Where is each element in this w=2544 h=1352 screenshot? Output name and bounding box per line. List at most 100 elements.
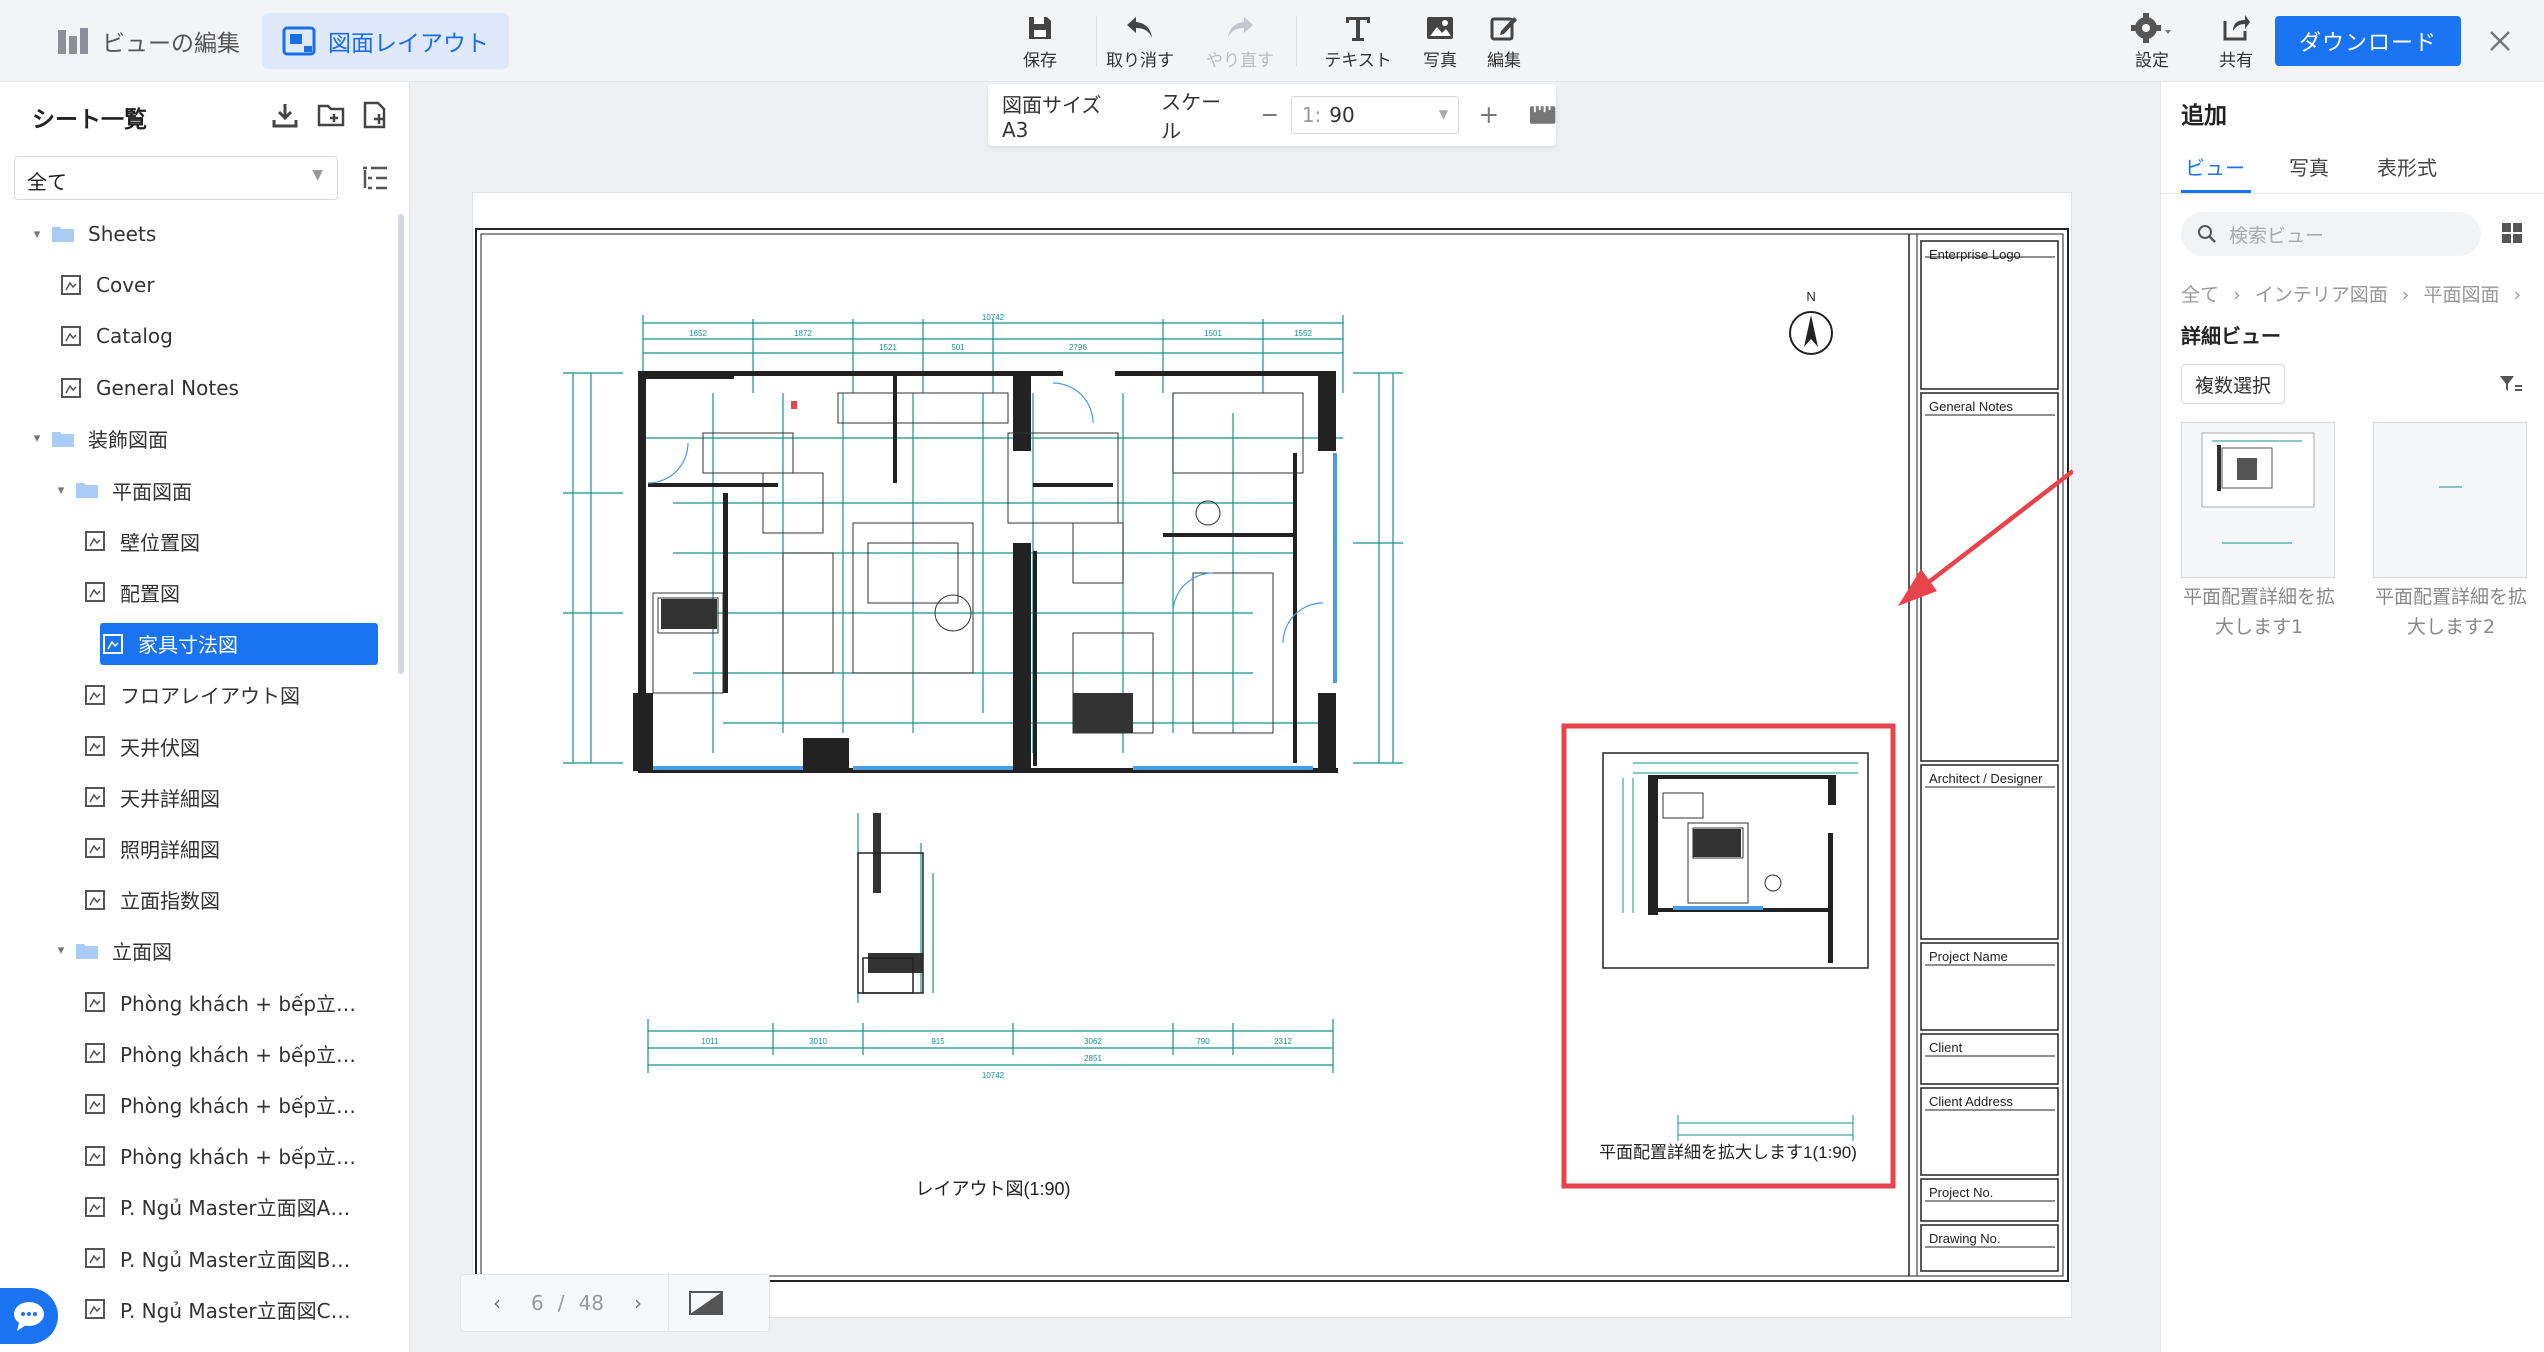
tree-sheet-item[interactable]: P. Ngủ Master立面図C… [82, 1288, 351, 1330]
add-folder-icon[interactable] [316, 100, 346, 130]
download-button[interactable]: ダウンロード [2275, 16, 2461, 66]
tree-sheet-item[interactable]: 天井詳細図 [82, 776, 220, 818]
tree-sheet-item[interactable]: 照明詳細図 [82, 827, 220, 869]
page-navigator: ‹ 6 / 48 › [460, 1274, 770, 1332]
tab-view[interactable]: ビュー [2185, 152, 2245, 181]
annotation-arrow [1898, 469, 2075, 606]
download-sheet-icon[interactable] [270, 100, 300, 130]
thumbnail-toggle-icon[interactable] [688, 1291, 723, 1315]
sheet-icon [82, 530, 108, 552]
scale-value: 90 [1329, 103, 1355, 127]
search-placeholder: 検索ビュー [2229, 224, 2325, 247]
tree-sheet-item[interactable]: 天井伏図 [82, 725, 200, 767]
dim-label: 2851 [1084, 1054, 1102, 1063]
chat-support-button[interactable] [0, 1288, 58, 1344]
sheet-icon [82, 735, 108, 757]
filter-select[interactable]: 全て ▼ [14, 156, 338, 200]
save-button[interactable]: 保存 [990, 10, 1090, 74]
tree-item-label: 壁位置図 [120, 530, 200, 555]
tree-sheet-item[interactable]: P. Ngủ Master立面図B… [82, 1237, 350, 1279]
tree-item-label: フロアレイアウト図 [120, 684, 300, 709]
tree-item-label: Phòng khách + bếp立… [120, 1093, 357, 1118]
expand-arrow-icon[interactable]: ▾ [48, 483, 74, 498]
add-sheet-icon[interactable] [360, 100, 390, 130]
edit-button[interactable]: 編集 [1454, 10, 1554, 74]
tree-item-label: Phòng khách + bếp立… [120, 1042, 357, 1067]
dim-label: 1652 [689, 329, 707, 338]
dim-label: 1521 [879, 343, 897, 352]
tree-sheet-item[interactable]: Cover [58, 264, 155, 306]
tree-sheet-item[interactable]: Phòng khách + bếp立… [82, 981, 356, 1023]
paper-size-button[interactable]: 図面サイズ A3 [1002, 89, 1131, 142]
sheet-drawing: Enterprise Logo General Notes Architect … [475, 228, 2075, 1282]
scale-label: スケール [1161, 90, 1222, 143]
tab-photo[interactable]: 写真 [2289, 152, 2329, 181]
breadcrumb-item[interactable]: 全て [2181, 284, 2219, 306]
tree-item-label: 装飾図面 [88, 428, 168, 453]
scale-select[interactable]: 1: 90 ▼ [1290, 96, 1460, 134]
expand-arrow-icon[interactable]: ▾ [24, 431, 50, 446]
total-pages: 48 [578, 1291, 604, 1315]
tab-table[interactable]: 表形式 [2377, 152, 2437, 181]
ruler-icon[interactable] [1529, 104, 1556, 126]
breadcrumb: 全て › インテリア図面 › 平面図面 › [2181, 280, 2529, 307]
tree-item-label: Phòng khách + bếp立… [120, 1145, 357, 1170]
undo-button[interactable]: 取り消す [1090, 10, 1190, 74]
zoom-in-icon[interactable] [1479, 105, 1499, 125]
tree-sheet-item[interactable]: 家具寸法図 [100, 622, 378, 665]
main-floor-plan: 1652 1872 1521 501 2796 1501 1552 10742 … [563, 313, 1403, 1199]
filter-icon[interactable] [2499, 374, 2523, 394]
tree-item-label: 照明詳細図 [120, 837, 220, 862]
section-title: 詳細ビュー [2181, 324, 2281, 348]
tb-general-notes: General Notes [1929, 399, 2013, 414]
redo-button[interactable]: やり直す [1190, 10, 1290, 74]
sheet-list-title: シート一覧 [32, 107, 147, 133]
tree-folder[interactable]: ▾ 平面図面 [48, 469, 192, 511]
view-thumbnail[interactable] [2373, 422, 2527, 578]
zoom-out-icon[interactable] [1261, 106, 1279, 124]
tree-sheet-item[interactable]: P. Ngủ Master立面図A… [82, 1186, 350, 1228]
prev-page-icon[interactable]: ‹ [493, 1291, 501, 1315]
chevron-right-icon: › [2513, 284, 2522, 306]
thumbnail-caption: 平面配置詳細を拡 大します2 [2361, 582, 2541, 642]
tree-folder[interactable]: ▾ 立面図 [48, 930, 172, 972]
grid-view-icon[interactable] [2501, 222, 2523, 244]
breadcrumb-item[interactable]: インテリア図面 [2255, 284, 2388, 306]
view-thumbnail[interactable] [2181, 422, 2335, 578]
expand-arrow-icon[interactable]: ▾ [24, 227, 50, 242]
tree-sheet-item[interactable]: Phòng khách + bếp立… [82, 1083, 356, 1125]
sheet-icon [82, 786, 108, 808]
drawing-sheet[interactable]: Enterprise Logo General Notes Architect … [472, 192, 2075, 1318]
next-page-icon[interactable]: › [634, 1291, 642, 1315]
tree-sheet-item[interactable]: 立面指数図 [82, 879, 220, 921]
tb-drawing-no: Drawing No. [1929, 1231, 2001, 1246]
close-button[interactable] [2476, 18, 2524, 64]
tree-sheet-item[interactable]: フロアレイアウト図 [82, 674, 300, 716]
drawing-layout-tab[interactable]: 図面レイアウト [262, 13, 509, 69]
current-page[interactable]: 6 [531, 1291, 544, 1315]
tree-folder[interactable]: ▾ 装飾図面 [24, 418, 168, 460]
sheet-icon [82, 1298, 108, 1320]
tree-folder[interactable]: ▾ Sheets [24, 213, 157, 255]
tree-sheet-item[interactable]: Catalog [58, 315, 173, 357]
sheet-icon [82, 1247, 108, 1269]
tree-sheet-item[interactable]: Phòng khách + bếp立… [82, 1135, 356, 1177]
tree-item-label: 家具寸法図 [138, 633, 238, 658]
tree-sheet-item[interactable]: Phòng khách + bếp立… [82, 1032, 356, 1074]
edit-view-tab[interactable]: ビューの編集 [36, 13, 260, 69]
add-panel: 追加 ビュー 写真 表形式 検索ビュー 全て › インテリア図面 › 平面図面 … [2160, 82, 2544, 1352]
multi-select-button[interactable]: 複数選択 [2181, 364, 2285, 404]
tree-sheet-item[interactable]: 壁位置図 [82, 520, 200, 562]
tree-sheet-item[interactable]: General Notes [58, 367, 239, 409]
share-button[interactable]: 共有 [2196, 10, 2276, 74]
list-settings-icon[interactable] [360, 164, 390, 192]
sidebar-scrollbar[interactable] [398, 214, 404, 674]
top-toolbar: ビューの編集 図面レイアウト 保存 取り消す やり直す テキスト 写真 編集 設… [0, 0, 2544, 82]
tree-sheet-item[interactable]: 配置図 [82, 571, 180, 613]
settings-button[interactable]: 設定 [2112, 10, 2192, 74]
folder-icon [74, 479, 100, 501]
breadcrumb-item[interactable]: 平面図面 [2423, 284, 2499, 306]
expand-arrow-icon[interactable]: ▾ [48, 943, 74, 958]
dim-label: 1872 [794, 329, 812, 338]
search-input[interactable]: 検索ビュー [2181, 212, 2481, 256]
